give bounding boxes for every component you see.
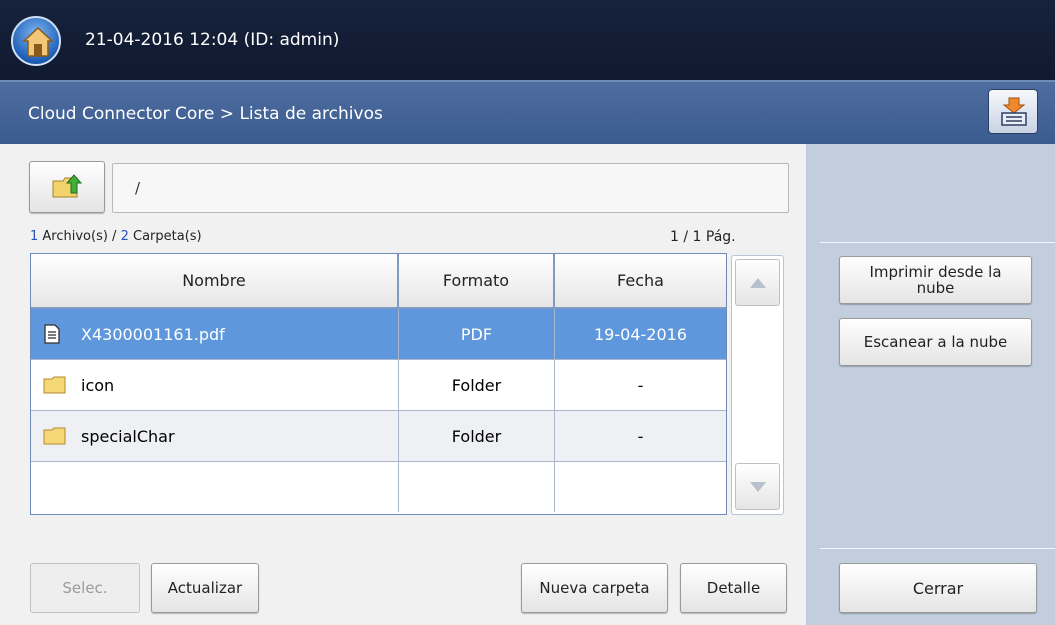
- side-divider: [820, 242, 1055, 243]
- title-bar: Cloud Connector Core > Lista de archivos: [0, 80, 1055, 144]
- file-table: Nombre Formato Fecha X4300001161.pdf PDF…: [30, 253, 727, 515]
- new-folder-button[interactable]: Nueva carpeta: [521, 563, 668, 613]
- triangle-up-icon: [749, 277, 766, 288]
- empty-cell: [555, 462, 726, 512]
- empty-cell: [31, 462, 399, 512]
- empty-cell: [399, 462, 555, 512]
- detail-button[interactable]: Detalle: [680, 563, 787, 613]
- datetime-label: 21-04-2016 12:04 (ID: admin): [85, 30, 340, 50]
- folders-label: Carpeta(s): [128, 229, 202, 244]
- close-button[interactable]: Cerrar: [839, 563, 1037, 613]
- folder-count: 2: [120, 229, 129, 244]
- page-indicator: 1 / 1 Pág.: [670, 229, 736, 245]
- column-header-format[interactable]: Formato: [399, 254, 555, 309]
- print-from-cloud-button[interactable]: Imprimir desde la nube: [839, 256, 1032, 304]
- refresh-button[interactable]: Actualizar: [151, 563, 259, 613]
- side-divider: [820, 548, 1055, 549]
- item-counts: 1 Archivo(s) / 2 Carpeta(s): [30, 229, 202, 244]
- triangle-down-icon: [749, 481, 766, 492]
- cell-date: -: [637, 375, 644, 395]
- scrollbar[interactable]: [731, 255, 784, 515]
- scan-to-cloud-button[interactable]: Escanear a la nube: [839, 318, 1032, 366]
- cell-name: icon: [31, 360, 399, 410]
- cell-format: Folder: [399, 360, 555, 410]
- select-button[interactable]: Selec.: [30, 563, 140, 613]
- folder-up-icon: [52, 174, 83, 198]
- column-header-name[interactable]: Nombre: [31, 254, 399, 309]
- table-row[interactable]: X4300001161.pdf PDF 19-04-2016: [31, 309, 726, 360]
- scroll-up-button[interactable]: [735, 259, 780, 306]
- home-button[interactable]: [11, 16, 61, 66]
- cell-format: PDF: [399, 309, 555, 359]
- table-row[interactable]: specialChar Folder -: [31, 411, 726, 462]
- path-field[interactable]: /: [112, 163, 789, 213]
- column-header-date[interactable]: Fecha: [555, 254, 726, 309]
- parent-folder-button[interactable]: [29, 161, 105, 213]
- side-panel: [806, 144, 1055, 625]
- files-label: Archivo(s) /: [38, 229, 121, 244]
- tray-download-icon: [1001, 97, 1027, 126]
- cell-date: 19-04-2016: [594, 324, 687, 344]
- cell-name: X4300001161.pdf: [31, 309, 399, 359]
- table-row[interactable]: icon Folder -: [31, 360, 726, 411]
- print-from-cloud-label-line1: Imprimir desde la: [869, 263, 1002, 281]
- home-icon: [22, 26, 54, 57]
- scroll-down-button[interactable]: [735, 463, 780, 510]
- breadcrumb: Cloud Connector Core > Lista de archivos: [28, 104, 383, 124]
- cell-format: Folder: [399, 411, 555, 461]
- status-bar: 21-04-2016 12:04 (ID: admin): [0, 0, 1055, 80]
- path-value: /: [135, 179, 141, 197]
- empty-row: [31, 462, 726, 513]
- job-status-button[interactable]: [988, 89, 1038, 134]
- print-from-cloud-label-line2: nube: [916, 279, 955, 297]
- cell-name: specialChar: [31, 411, 399, 461]
- cell-date: -: [637, 426, 644, 446]
